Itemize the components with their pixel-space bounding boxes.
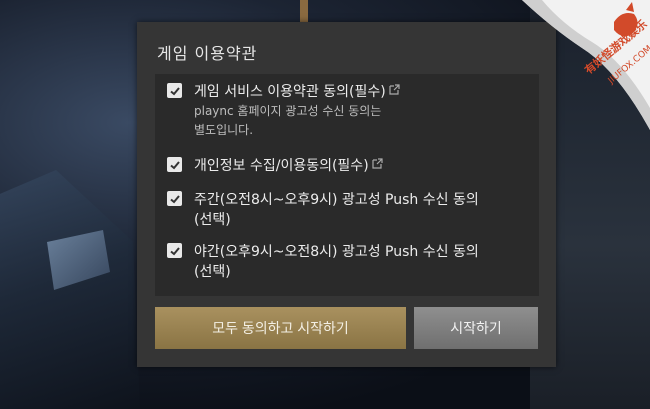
background-rock	[0, 170, 140, 409]
term-service[interactable]: 게임 서비스 이용약관 동의(필수) plaync 홈페이지 광고성 수신 동의…	[167, 82, 400, 140]
term-day-push-label-2: (선택)	[194, 212, 231, 228]
checkbox-privacy[interactable]	[167, 157, 182, 172]
term-service-note-1: plaync 홈페이지 광고성 수신 동의는	[194, 104, 382, 118]
terms-list: 게임 서비스 이용약관 동의(필수) plaync 홈페이지 광고성 수신 동의…	[155, 74, 539, 296]
term-service-label: 게임 서비스 이용약관 동의(필수)	[194, 84, 386, 100]
checkmark-icon	[169, 160, 180, 169]
term-day-push-label-1: 주간(오전8시~오후9시) 광고성 Push 수신 동의	[194, 192, 479, 208]
dialog-title: 게임 이용약관	[157, 44, 258, 63]
term-night-push-label-1: 야간(오후9시~오전8시) 광고성 Push 수신 동의	[194, 244, 479, 260]
external-link-icon[interactable]	[372, 158, 383, 169]
checkbox-day-push[interactable]	[167, 191, 182, 206]
term-privacy-label: 개인정보 수집/이용동의(필수)	[194, 158, 369, 174]
background-pole	[300, 0, 308, 24]
checkmark-icon	[169, 246, 180, 255]
checkmark-icon	[169, 86, 180, 95]
start-button[interactable]: 시작하기	[414, 307, 538, 349]
watermark-corner: 有妖怪游戏娱乐 JIUFOX.COM	[522, 0, 650, 130]
agree-all-start-button[interactable]: 모두 동의하고 시작하기	[155, 307, 406, 349]
checkbox-night-push[interactable]	[167, 243, 182, 258]
checkmark-icon	[169, 194, 180, 203]
term-night-push[interactable]: 야간(오후9시~오전8시) 광고성 Push 수신 동의 (선택)	[167, 242, 479, 282]
term-service-note-2: 별도입니다.	[194, 123, 254, 137]
term-day-push[interactable]: 주간(오전8시~오후9시) 광고성 Push 수신 동의 (선택)	[167, 190, 479, 230]
term-privacy[interactable]: 개인정보 수집/이용동의(필수)	[167, 156, 383, 176]
terms-dialog: 게임 이용약관 게임 서비스 이용약관 동의(필수) plaync 홈페이지 광…	[137, 22, 556, 367]
external-link-icon[interactable]	[389, 84, 400, 95]
term-night-push-label-2: (선택)	[194, 264, 231, 280]
checkbox-service[interactable]	[167, 83, 182, 98]
